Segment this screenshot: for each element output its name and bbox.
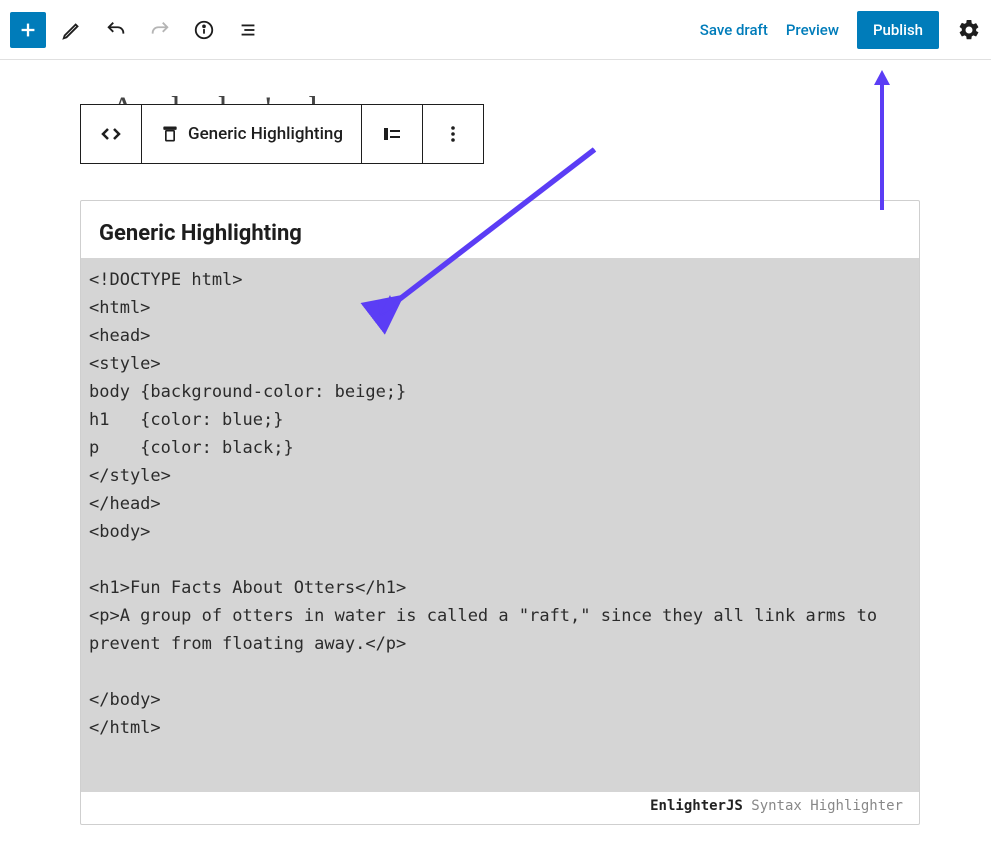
editor-topbar: Save draft Preview Publish: [0, 0, 991, 60]
info-icon: [193, 19, 215, 41]
plus-icon: [17, 19, 39, 41]
undo-button[interactable]: [98, 12, 134, 48]
more-vertical-icon: [441, 122, 465, 146]
code-block[interactable]: Generic Highlighting <!DOCTYPE html> <ht…: [80, 200, 920, 825]
add-block-button[interactable]: [10, 12, 46, 48]
align-button[interactable]: [362, 105, 423, 163]
footer-text: Syntax Highlighter: [743, 798, 903, 814]
block-heading: Generic Highlighting: [81, 221, 919, 258]
topbar-right: Save draft Preview Publish: [700, 11, 981, 49]
topbar-left: [10, 12, 266, 48]
block-footer: EnlighterJS Syntax Highlighter: [81, 798, 919, 814]
gear-icon: [957, 18, 981, 42]
outline-button[interactable]: [230, 12, 266, 48]
code-icon: [99, 122, 123, 146]
pencil-icon: [61, 19, 83, 41]
save-draft-button[interactable]: Save draft: [700, 21, 768, 39]
edit-mode-button[interactable]: [54, 12, 90, 48]
settings-button[interactable]: [957, 18, 981, 42]
editor-canvas: A l l ' l Generic Highlighting Generic H…: [0, 60, 991, 825]
code-editor[interactable]: <!DOCTYPE html> <html> <head> <style> bo…: [81, 258, 919, 792]
block-name-label: Generic Highlighting: [188, 124, 343, 144]
block-toolbar: Generic Highlighting: [80, 104, 484, 164]
undo-icon: [105, 19, 127, 41]
redo-icon: [149, 19, 171, 41]
block-name-button[interactable]: Generic Highlighting: [142, 105, 362, 163]
info-button[interactable]: [186, 12, 222, 48]
more-options-button[interactable]: [423, 105, 483, 163]
align-icon: [380, 122, 404, 146]
preview-button[interactable]: Preview: [786, 21, 839, 39]
highlighter-icon: [160, 124, 180, 144]
block-type-button[interactable]: [81, 105, 142, 163]
footer-brand: EnlighterJS: [650, 798, 743, 814]
publish-button[interactable]: Publish: [857, 11, 939, 49]
list-icon: [237, 19, 259, 41]
redo-button: [142, 12, 178, 48]
